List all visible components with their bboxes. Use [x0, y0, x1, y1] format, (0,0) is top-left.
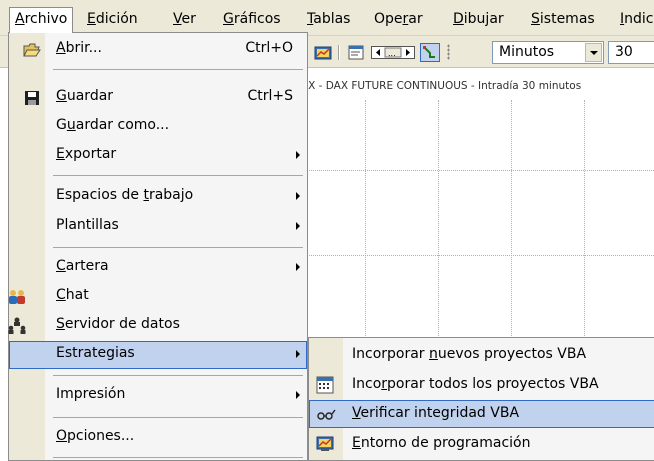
submenu-arrow-icon	[296, 151, 300, 159]
import-all-icon	[316, 376, 334, 394]
properties-icon[interactable]	[348, 44, 366, 61]
interval-unit-select[interactable]: Minutos	[492, 41, 604, 64]
menu-indicadores[interactable]: Indic	[616, 7, 654, 33]
menu-item-servidor-de-datos[interactable]: Servidor de datos	[7, 312, 307, 340]
submenu-item-verificar-integridad[interactable]: Verificar integridad VBA	[309, 400, 654, 428]
grid-line	[438, 100, 439, 340]
archivo-menu: Abrir... Ctrl+O Guardar Ctrl+S Guardar c…	[8, 32, 308, 461]
submenu-item-incorporar-todos[interactable]: Incorporar todos los proyectos VBA	[309, 371, 654, 399]
menu-item-chat[interactable]: Chat	[9, 283, 307, 311]
menu-tablas[interactable]: Tablas	[303, 7, 354, 33]
menu-item-guardar-como[interactable]: Guardar como...	[9, 113, 307, 141]
cursor-icon[interactable]	[420, 43, 440, 62]
save-disk-icon	[23, 89, 41, 107]
menu-separator	[53, 175, 303, 176]
submenu-item-entorno-programacion[interactable]: Entorno de programación	[309, 430, 654, 458]
verify-glasses-icon	[316, 405, 336, 423]
grid-line	[365, 100, 366, 340]
submenu-arrow-icon	[296, 192, 300, 200]
chart-icon[interactable]	[314, 44, 332, 61]
menu-separator	[53, 69, 303, 70]
menu-item-exportar[interactable]: Exportar	[9, 142, 307, 170]
menu-ver[interactable]: Ver	[169, 7, 200, 33]
data-server-icon	[7, 317, 26, 335]
submenu-arrow-icon	[296, 263, 300, 271]
chat-people-icon	[7, 288, 25, 306]
svg-text:...: ...	[388, 49, 396, 58]
menu-sistemas[interactable]: Sistemas	[527, 7, 599, 33]
menu-item-abrir[interactable]: Abrir... Ctrl+O	[9, 36, 307, 64]
menu-item-espacios-de-trabajo[interactable]: Espacios de trabajo	[9, 183, 307, 211]
scroll-icon[interactable]: ...	[371, 44, 415, 61]
menu-separator	[53, 247, 303, 248]
submenu-arrow-icon	[296, 391, 300, 399]
estrategias-submenu: Incorporar nuevos proyectos VBA Incorpor…	[308, 337, 654, 461]
menu-archivo[interactable]: Archivo	[9, 7, 74, 33]
menu-separator	[53, 417, 303, 418]
open-folder-icon	[23, 41, 41, 59]
menu-item-cartera[interactable]: Cartera	[9, 254, 307, 282]
toolbar-grip	[447, 44, 450, 60]
menu-separator	[53, 375, 303, 376]
menu-edicion[interactable]: Edición	[83, 7, 142, 33]
chevron-down-icon[interactable]	[585, 43, 602, 62]
menu-item-estrategias[interactable]: Estrategias	[9, 341, 307, 369]
menu-separator	[53, 457, 303, 458]
submenu-arrow-icon	[296, 350, 300, 358]
menu-item-guardar[interactable]: Guardar Ctrl+S	[9, 84, 307, 112]
submenu-arrow-icon	[296, 222, 300, 230]
menu-dibujar[interactable]: Dibujar	[449, 7, 508, 33]
grid-line	[300, 170, 654, 171]
toolbar-separator	[338, 45, 340, 60]
grid-line	[511, 100, 512, 340]
grid-line	[584, 100, 585, 340]
chart-title: DX - DAX FUTURE CONTINUOUS - Intradía 30…	[300, 80, 582, 92]
menu-item-plantillas[interactable]: Plantillas	[9, 213, 307, 241]
programming-env-icon	[316, 435, 334, 453]
menu-bar: Archivo Edición Ver Gráficos Tablas Oper…	[0, 0, 654, 36]
menu-graficos[interactable]: Gráficos	[219, 7, 285, 33]
grid-line	[300, 255, 654, 256]
menu-operar[interactable]: Operar	[370, 7, 427, 33]
submenu-item-incorporar-nuevos[interactable]: Incorporar nuevos proyectos VBA	[309, 341, 654, 369]
menu-item-opciones[interactable]: Opciones...	[9, 424, 307, 452]
interval-value-input[interactable]: 30	[608, 41, 654, 64]
menu-item-impresion[interactable]: Impresión	[9, 382, 307, 410]
